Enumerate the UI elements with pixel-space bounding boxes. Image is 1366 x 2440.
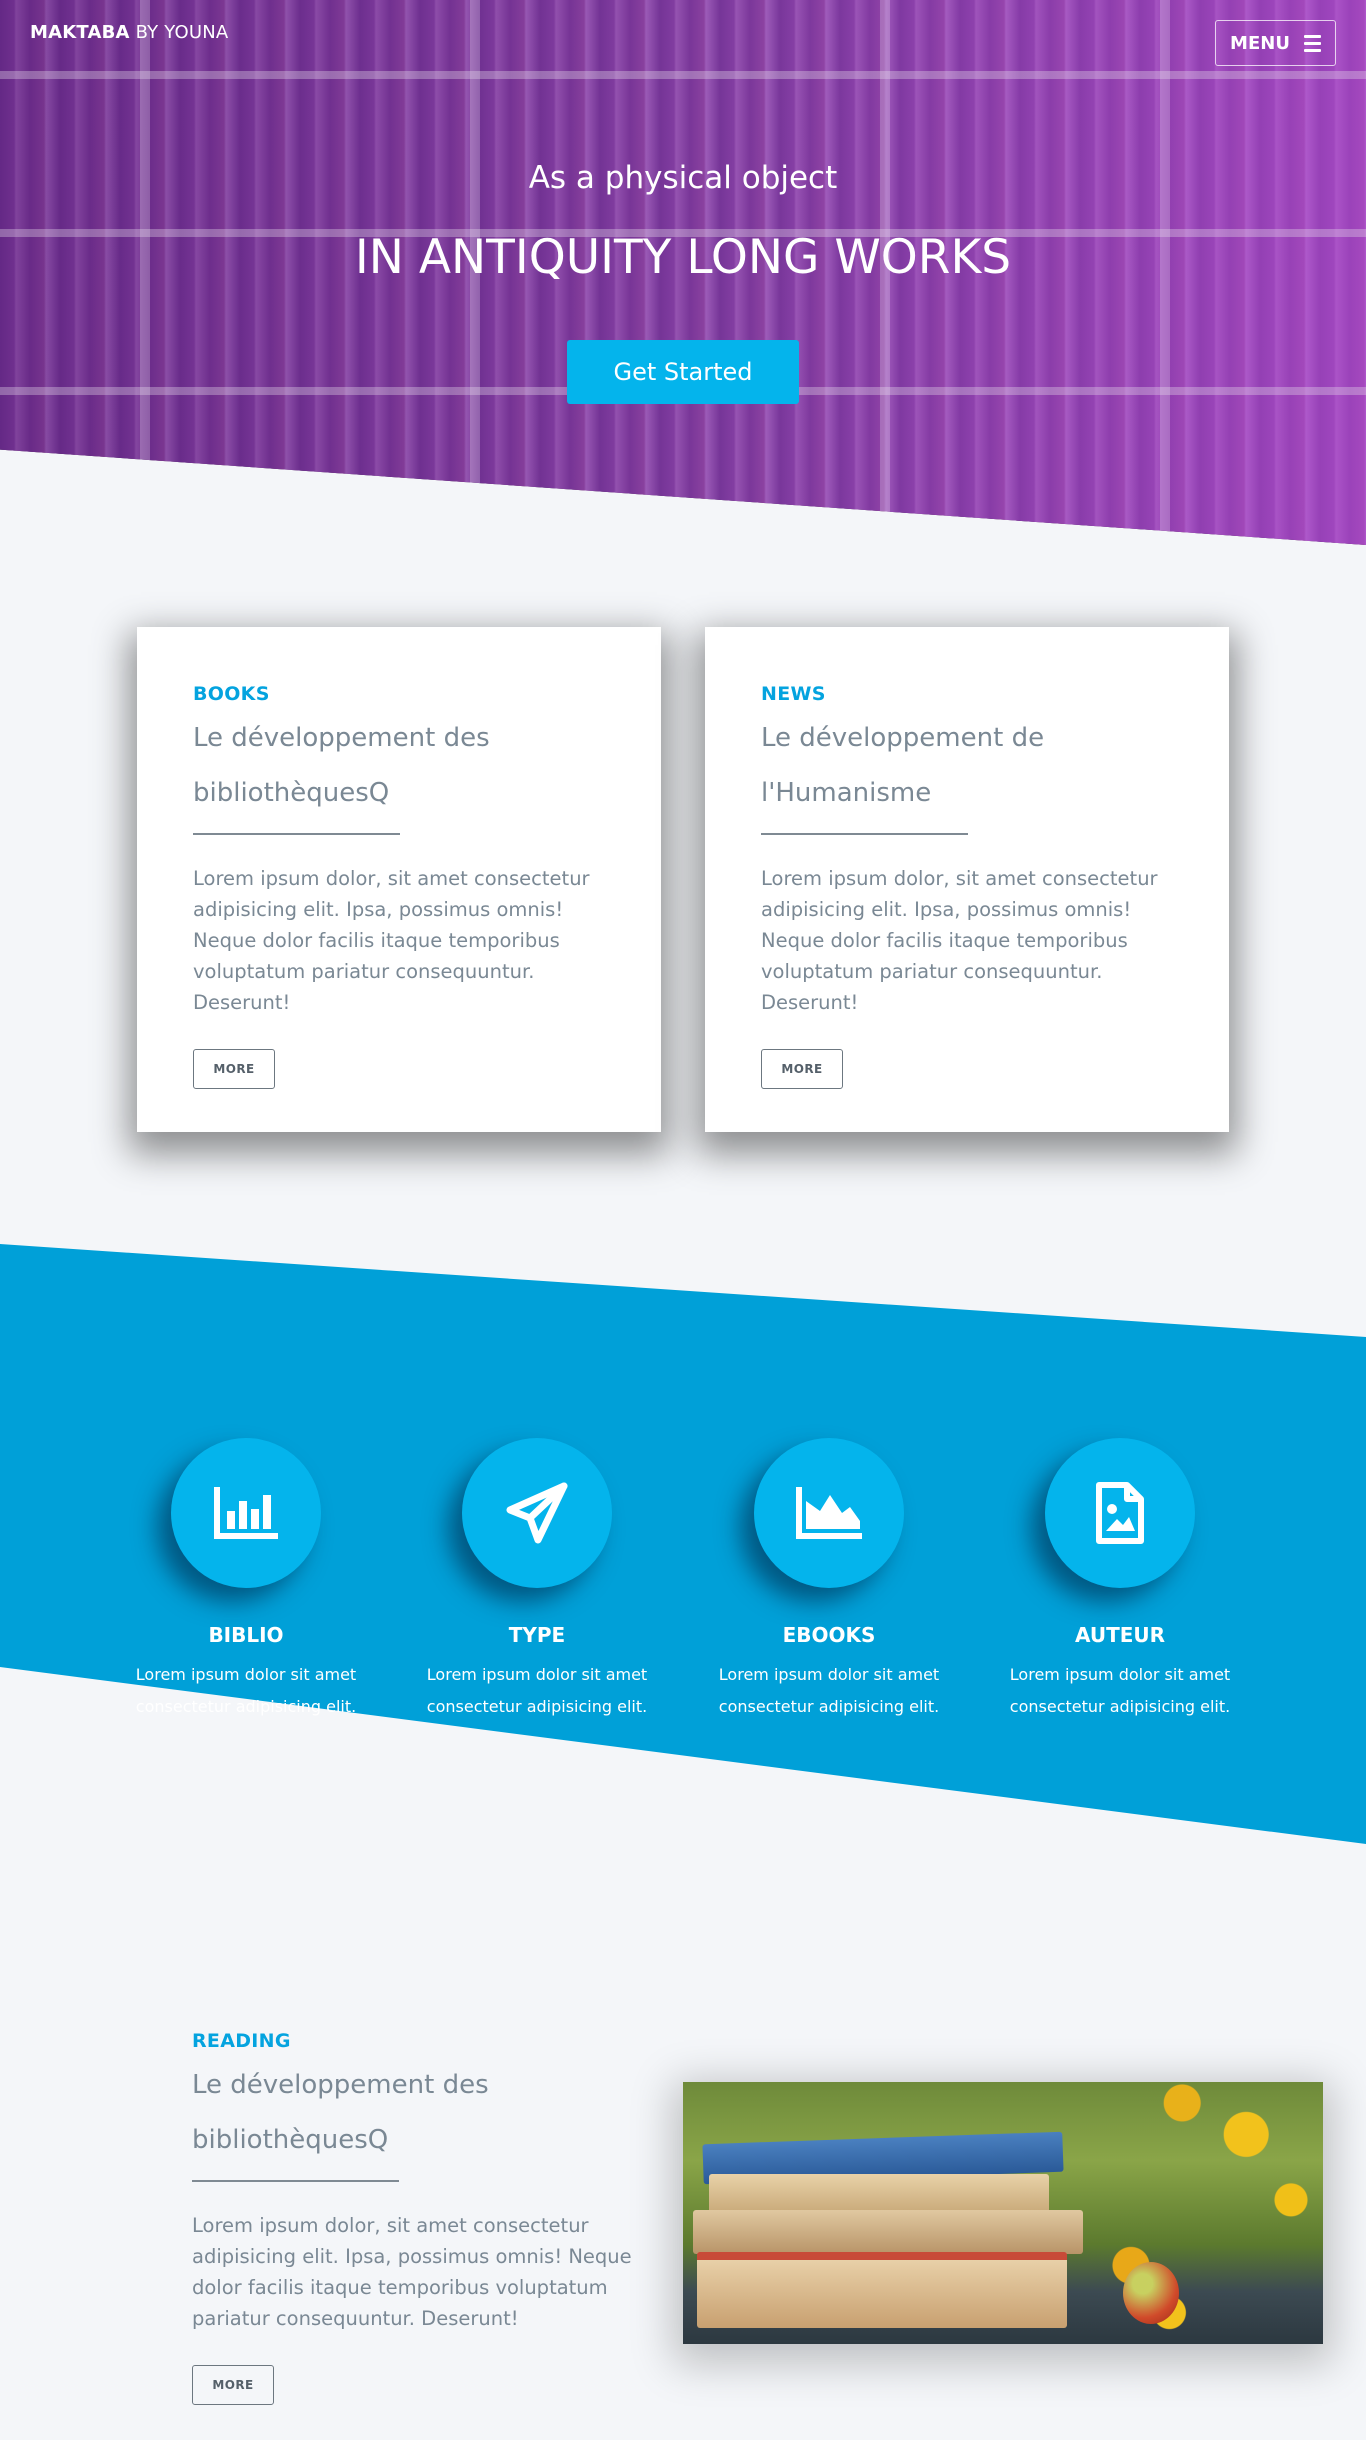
divider <box>193 833 400 835</box>
feature-type: TYPE Lorem ipsum dolor sit amet consecte… <box>412 1438 662 1723</box>
feature-text-line: consectetur adipisicing elit. <box>1009 1697 1231 1716</box>
card-title: Le développement des bibliothèquesQ <box>193 711 605 821</box>
hero-subtitle: As a physical object <box>528 160 838 196</box>
brand-bold: MAKTABA <box>30 22 130 43</box>
hero-title: IN ANTIQUITY LONG WORKS <box>354 230 1012 285</box>
apple <box>1123 2262 1179 2324</box>
feature-text-line: Lorem ipsum dolor sit amet <box>135 1665 357 1684</box>
paper-plane-icon <box>462 1438 612 1588</box>
feature-biblio: BIBLIO Lorem ipsum dolor sit amet consec… <box>121 1438 371 1723</box>
feature-title: BIBLIO <box>208 1623 284 1647</box>
book-pages <box>709 2174 1049 2214</box>
file-image-icon <box>1045 1438 1195 1588</box>
feature-text-line: consectetur adipisicing elit. <box>135 1697 357 1716</box>
card-title: Le développement de l'Humanisme <box>761 711 1173 821</box>
more-button[interactable]: MORE <box>193 1049 275 1089</box>
card-text: Lorem ipsum dolor, sit amet consectetur … <box>193 867 590 1014</box>
get-started-button[interactable]: Get Started <box>567 340 799 404</box>
divider <box>761 833 968 835</box>
reading-title-line: bibliothèquesQ <box>192 2125 389 2155</box>
feature-text: Lorem ipsum dolor sit amet consectetur a… <box>995 1659 1245 1723</box>
books-photo <box>683 2082 1323 2344</box>
hamburger-icon <box>1303 34 1321 52</box>
feature-text-line: Lorem ipsum dolor sit amet <box>426 1665 648 1684</box>
feature-text: Lorem ipsum dolor sit amet consectetur a… <box>121 1659 371 1723</box>
more-button[interactable]: MORE <box>192 2365 274 2405</box>
reading-kicker: READING <box>192 2030 291 2052</box>
card-news: NEWS Le développement de l'Humanisme Lor… <box>705 627 1229 1132</box>
menu-label: MENU <box>1230 32 1290 54</box>
card-title-line: Le développement de <box>761 723 1045 753</box>
card-books: BOOKS Le développement des bibliothèques… <box>137 627 661 1132</box>
area-chart-icon <box>754 1438 904 1588</box>
book-pages <box>693 2210 1083 2254</box>
reading-title: Le développement des bibliothèquesQ <box>192 2058 632 2168</box>
divider <box>192 2180 399 2182</box>
feature-ebooks: EBOOKS Lorem ipsum dolor sit amet consec… <box>704 1438 954 1723</box>
feature-title: AUTEUR <box>1074 1623 1166 1647</box>
hero-section: MAKTABA BY YOUNA MENU As a physical obje… <box>0 0 1366 545</box>
feature-text: Lorem ipsum dolor sit amet consectetur a… <box>412 1659 662 1723</box>
feature-auteur: AUTEUR Lorem ipsum dolor sit amet consec… <box>995 1438 1245 1723</box>
brand-rest: BY YOUNA <box>129 22 229 43</box>
feature-title: TYPE <box>508 1623 566 1647</box>
bar-chart-icon <box>171 1438 321 1588</box>
feature-text-line: Lorem ipsum dolor sit amet <box>1009 1665 1231 1684</box>
card-kicker: BOOKS <box>193 683 270 705</box>
feature-text-line: consectetur adipisicing elit. <box>426 1697 648 1716</box>
reading-section: READING Le développement des bibliothèqu… <box>192 2030 632 2405</box>
menu-button[interactable]: MENU <box>1215 20 1336 66</box>
card-title-line: Le développement des <box>193 723 490 753</box>
card-title-line: l'Humanisme <box>761 778 932 808</box>
card-text: Lorem ipsum dolor, sit amet consectetur … <box>761 867 1158 1014</box>
book-red <box>697 2252 1067 2328</box>
reading-text: Lorem ipsum dolor, sit amet consectetur … <box>192 2214 632 2330</box>
card-kicker: NEWS <box>761 683 826 705</box>
reading-title-line: Le développement des <box>192 2070 489 2100</box>
more-button[interactable]: MORE <box>761 1049 843 1089</box>
feature-text-line: Lorem ipsum dolor sit amet <box>718 1665 940 1684</box>
feature-title: EBOOKS <box>782 1623 876 1647</box>
feature-text-line: consectetur adipisicing elit. <box>718 1697 940 1716</box>
card-title-line: bibliothèquesQ <box>193 778 390 808</box>
brand-logo[interactable]: MAKTABA BY YOUNA <box>30 22 228 43</box>
feature-text: Lorem ipsum dolor sit amet consectetur a… <box>704 1659 954 1723</box>
